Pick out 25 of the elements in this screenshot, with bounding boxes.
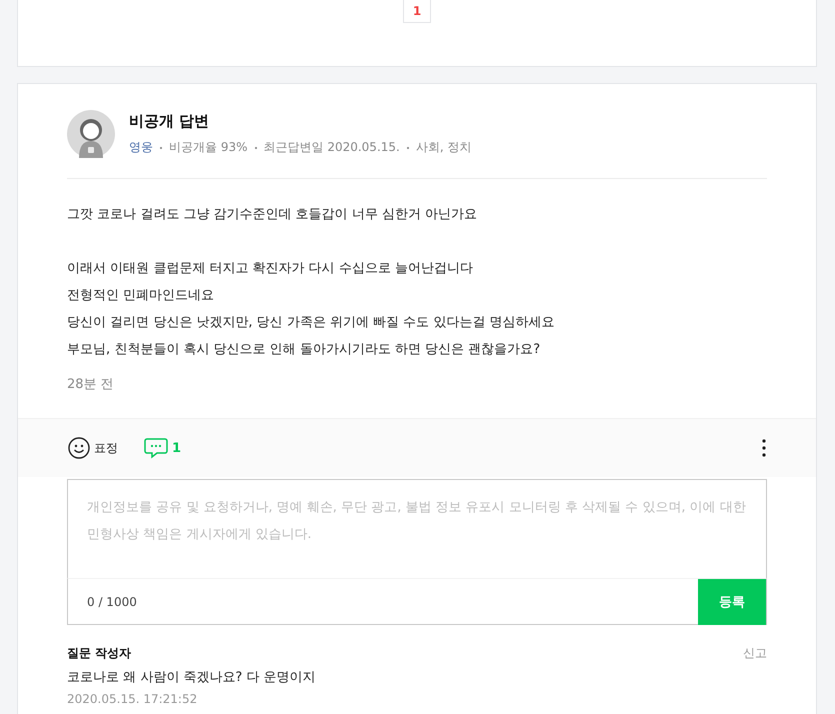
meta-text: 최근답변일 2020.05.15. — [264, 139, 400, 156]
comment-date: 2020.05.15. 17:21:52 — [67, 692, 198, 706]
meta-text: 사회, 정치 — [416, 139, 472, 156]
comment-field[interactable]: 개인정보를 공유 및 요청하거나, 명예 훼손, 무단 광고, 불법 정보 유포시 모니터링 후 삭제될 수 있으며, 이에 대한 민형사상 책임은 게시자에게 있습니다. — [67, 479, 767, 578]
smiley-icon — [68, 437, 90, 459]
answer-text: 부모님, 친척분들이 혹시 당신으로 인해 돌아가시기라도 하면 당신은 괜찮을가요? — [67, 341, 542, 359]
answer-text: 그깟 코로나 걸려도 그냥 감기수준인데 호들갑이 너무 심한거 아닌가요 — [67, 206, 478, 224]
answer-text: 전형적인 민폐마인드네요 — [67, 287, 216, 305]
meta-text: 비공개율 93% — [169, 139, 248, 156]
answer-text: 당신이 걸리면 당신은 낫겠지만, 당신 가족은 위기에 빠질 수도 있다는걸 명심하세요 — [67, 314, 556, 332]
time-text: 28분 전 — [67, 376, 115, 393]
speech-bubble-icon — [144, 437, 168, 459]
character-counter: 0 / 1000 — [86, 594, 138, 608]
grade-label: 영웅 — [129, 139, 153, 156]
emotion-button[interactable]: 표정 — [68, 437, 118, 459]
submit-button[interactable]: 등록 — [698, 579, 766, 625]
page-button[interactable]: 1 — [403, 0, 431, 23]
comment-button[interactable]: 1 — [144, 437, 182, 459]
report-link[interactable]: 신고 — [743, 645, 767, 662]
comment-text: 코로나로 왜 사람이 죽겠나요? 다 운명이지 — [67, 669, 317, 686]
answer-text: 이래서 이태원 클럽문제 터지고 확진자가 다시 수십으로 늘어난겁니다 — [67, 260, 474, 278]
more-icon[interactable] — [762, 439, 766, 457]
author-name: 비공개 답변 — [129, 112, 210, 131]
comment-author: 질문 작성자 — [67, 645, 132, 662]
avatar-icon — [67, 110, 115, 158]
